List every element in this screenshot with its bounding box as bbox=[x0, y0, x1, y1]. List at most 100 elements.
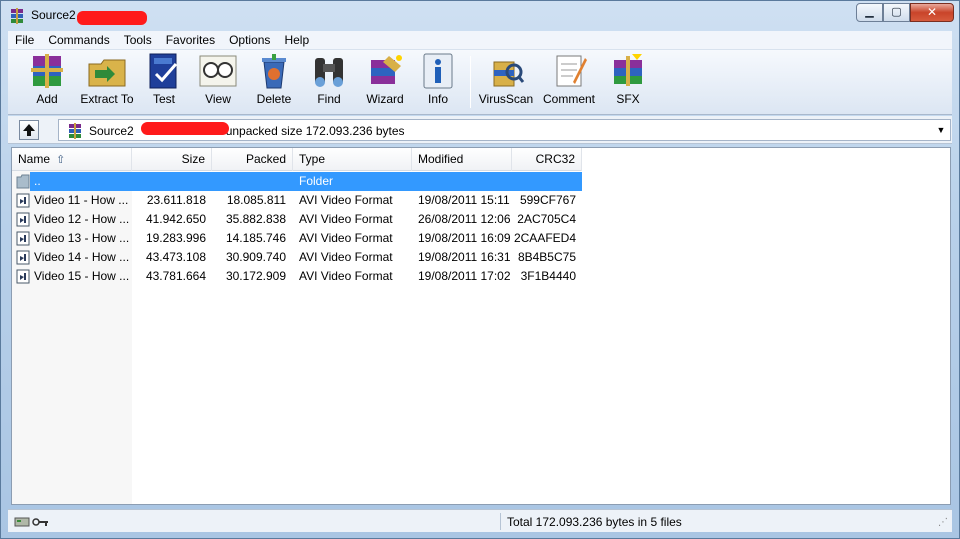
file-type: AVI Video Format bbox=[299, 269, 393, 283]
table-row[interactable]: Video 14 - How ... 43.473.108 30.909.740 AV… bbox=[12, 248, 582, 267]
archive-path-text: Source2 unpacked size 172.093.236 bytes bbox=[89, 124, 405, 138]
column-header-size[interactable]: Size bbox=[132, 148, 212, 171]
address-bar: Source2 unpacked size 172.093.236 bytes ▼ bbox=[8, 116, 952, 144]
file-crc: 3F1B4440 bbox=[520, 269, 576, 283]
virusscan-button[interactable]: VirusScan bbox=[478, 52, 534, 112]
resize-grip-icon[interactable]: ⋰ bbox=[938, 517, 948, 528]
file-size: 19.283.996 bbox=[145, 231, 206, 245]
column-header-packed[interactable]: Packed bbox=[212, 148, 293, 171]
add-label: Add bbox=[36, 92, 58, 106]
video-file-icon bbox=[16, 231, 30, 246]
file-size: 43.781.664 bbox=[145, 269, 206, 283]
file-modified: 26/08/2011 12:06 bbox=[418, 212, 511, 226]
minimize-button[interactable]: ▁ bbox=[856, 3, 883, 22]
extract-folder-icon bbox=[88, 59, 126, 87]
video-file-icon bbox=[16, 250, 30, 265]
parent-folder-row[interactable]: .. Folder bbox=[12, 172, 582, 191]
view-label: View bbox=[205, 92, 231, 106]
archive-path-field[interactable]: Source2 unpacked size 172.093.236 bytes ▼ bbox=[58, 119, 951, 141]
close-button[interactable]: ✕ bbox=[910, 3, 954, 22]
sort-up-icon: ⇧ bbox=[56, 154, 66, 166]
file-modified: 19/08/2011 17:02 bbox=[418, 269, 511, 283]
archive-add-icon bbox=[31, 54, 63, 88]
file-packed: 14.185.746 bbox=[225, 231, 286, 245]
file-crc: 2CAAFED4 bbox=[513, 231, 576, 245]
file-type: AVI Video Format bbox=[299, 250, 393, 264]
test-button[interactable]: Test bbox=[142, 52, 186, 112]
binoculars-icon bbox=[315, 58, 343, 87]
parent-folder-type: Folder bbox=[299, 174, 334, 188]
video-file-icon bbox=[16, 212, 30, 227]
list-header: Name ⇧ Size Packed Type Modified CRC32 bbox=[12, 148, 582, 171]
up-folder-button[interactable] bbox=[19, 120, 39, 140]
view-button[interactable]: View bbox=[196, 52, 240, 112]
file-type: AVI Video Format bbox=[299, 193, 393, 207]
sfx-label: SFX bbox=[616, 92, 640, 106]
sfx-button[interactable]: SFX bbox=[608, 52, 648, 112]
status-left-pane bbox=[12, 513, 500, 530]
table-row[interactable]: Video 15 - How ... 43.781.664 30.172.909 AV… bbox=[12, 267, 582, 286]
delete-recycle-icon bbox=[262, 54, 286, 89]
file-name: Video 14 - How ... bbox=[34, 250, 130, 264]
wizard-button[interactable]: Wizard bbox=[362, 52, 408, 112]
extract-to-button[interactable]: Extract To bbox=[76, 52, 138, 112]
winrar-app-icon bbox=[11, 8, 23, 24]
status-right-pane: Total 172.093.236 bytes in 5 files ⋰ bbox=[500, 513, 950, 530]
view-glasses-icon bbox=[199, 55, 237, 87]
unpacked-size-text: unpacked size 172.093.236 bytes bbox=[225, 124, 405, 138]
delete-button[interactable]: Delete bbox=[252, 52, 296, 112]
menu-favorites[interactable]: Favorites bbox=[159, 31, 222, 49]
window-controls: ▁ ▢ ✕ bbox=[856, 3, 954, 22]
sfx-archive-icon bbox=[614, 54, 642, 86]
menu-tools[interactable]: Tools bbox=[117, 31, 159, 49]
add-button[interactable]: Add bbox=[22, 52, 72, 112]
menu-help[interactable]: Help bbox=[277, 31, 316, 49]
table-row[interactable]: Video 12 - How ... 41.942.650 35.882.838 AV… bbox=[12, 210, 582, 229]
toolbar-separator bbox=[470, 56, 471, 108]
app-window: Source2 ▁ ▢ ✕ File Commands Tools Favori… bbox=[0, 0, 960, 539]
file-packed: 30.909.740 bbox=[225, 250, 286, 264]
toolbar: Add Extract To Test View Delete Find Wiz… bbox=[8, 50, 952, 115]
menu-commands[interactable]: Commands bbox=[41, 31, 116, 49]
find-button[interactable]: Find bbox=[307, 52, 351, 112]
archive-name-text: Source2 bbox=[89, 124, 134, 138]
file-crc: 8B4B5C75 bbox=[517, 250, 576, 264]
column-header-crc[interactable]: CRC32 bbox=[512, 148, 582, 171]
table-row[interactable]: Video 11 - How ... 23.611.818 18.085.811 AV… bbox=[12, 191, 582, 210]
archive-icon bbox=[69, 123, 81, 139]
column-header-modified[interactable]: Modified bbox=[412, 148, 512, 171]
maximize-button[interactable]: ▢ bbox=[883, 3, 910, 22]
parent-folder-name: .. bbox=[34, 174, 41, 188]
chevron-down-icon[interactable]: ▼ bbox=[934, 123, 948, 137]
table-row[interactable]: Video 13 - How ... 19.283.996 14.185.746 AV… bbox=[12, 229, 582, 248]
menu-file[interactable]: File bbox=[8, 31, 41, 49]
up-arrow-icon bbox=[23, 124, 35, 136]
info-label: Info bbox=[427, 92, 448, 106]
file-packed: 35.882.838 bbox=[225, 212, 286, 226]
menu-options[interactable]: Options bbox=[222, 31, 277, 49]
file-modified: 19/08/2011 15:11 bbox=[418, 193, 510, 207]
video-file-icon bbox=[16, 269, 30, 284]
drive-and-key-icon[interactable] bbox=[14, 515, 50, 529]
file-name: Video 15 - How ... bbox=[34, 269, 130, 283]
test-checkmark-icon bbox=[149, 53, 178, 89]
info-button[interactable]: Info bbox=[418, 52, 458, 112]
title-bar[interactable]: Source2 ▁ ▢ ✕ bbox=[1, 1, 959, 31]
redaction-mark bbox=[77, 11, 147, 25]
status-total-text: Total 172.093.236 bytes in 5 files bbox=[507, 515, 682, 529]
wizard-label: Wizard bbox=[366, 92, 404, 106]
delete-label: Delete bbox=[256, 92, 292, 106]
file-type: AVI Video Format bbox=[299, 212, 393, 226]
file-size: 23.611.818 bbox=[146, 193, 206, 207]
column-header-type[interactable]: Type bbox=[293, 148, 412, 171]
info-icon bbox=[423, 53, 453, 89]
file-modified: 19/08/2011 16:09 bbox=[418, 231, 511, 245]
file-name: Video 13 - How ... bbox=[34, 231, 130, 245]
folder-icon bbox=[16, 174, 30, 189]
column-header-name[interactable]: Name ⇧ bbox=[12, 148, 132, 171]
test-label: Test bbox=[152, 92, 175, 106]
file-name: Video 11 - How ... bbox=[34, 193, 129, 207]
status-bar: Total 172.093.236 bytes in 5 files ⋰ bbox=[8, 509, 952, 532]
comment-button[interactable]: Comment bbox=[540, 52, 598, 112]
column-name-label: Name bbox=[18, 152, 51, 166]
